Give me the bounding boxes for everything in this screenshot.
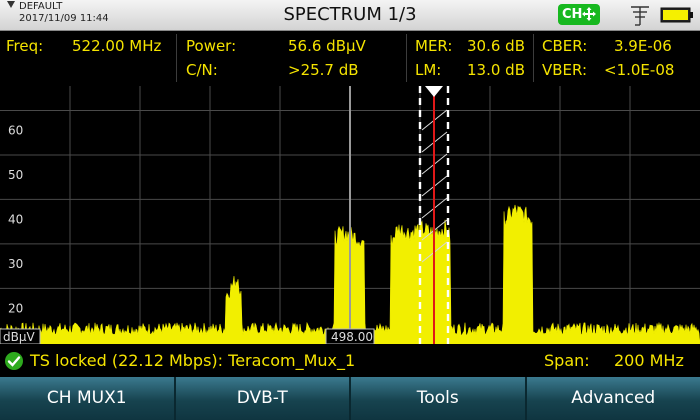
span-value[interactable]: 200 MHz bbox=[614, 351, 684, 371]
analyzer-screen: DEFAULT 2017/11/09 11:44 SPECTRUM 1/3 CH bbox=[0, 0, 700, 420]
unit-label: dBµV bbox=[3, 330, 35, 344]
lm-label: LM: bbox=[415, 61, 442, 79]
cber-value: 3.9E-06 bbox=[614, 37, 672, 55]
divider bbox=[176, 34, 177, 82]
lock-check-icon bbox=[5, 352, 23, 370]
measurement-panel: Freq: 522.00 MHz Power: 56.6 dBµV C/N: >… bbox=[0, 31, 700, 85]
y-tick-label: 60 bbox=[8, 123, 23, 137]
battery-icon bbox=[660, 7, 693, 23]
softkey-tools[interactable]: Tools bbox=[351, 377, 527, 420]
divider bbox=[406, 34, 407, 82]
y-tick-label: 40 bbox=[8, 212, 23, 226]
cn-label: C/N: bbox=[186, 61, 218, 79]
y-tick-label: 20 bbox=[8, 301, 23, 315]
mer-label: MER: bbox=[415, 37, 453, 55]
span-label: Span: bbox=[544, 351, 590, 370]
channel-mode-badge[interactable]: CH bbox=[558, 4, 600, 25]
divider bbox=[533, 34, 534, 82]
cn-value: >25.7 dB bbox=[288, 61, 359, 79]
title-bar: DEFAULT 2017/11/09 11:44 SPECTRUM 1/3 CH bbox=[0, 0, 700, 31]
power-label: Power: bbox=[186, 37, 237, 55]
vber-label: VBER: bbox=[542, 61, 588, 79]
spectrum-chart[interactable]: 60 50 40 30 20 dBµV 498.00 bbox=[0, 86, 700, 344]
spectrum-plot[interactable]: 60 50 40 30 20 dBµV 498.00 bbox=[0, 86, 700, 344]
antenna-icon bbox=[631, 6, 649, 26]
ts-lock-text: TS locked (22.12 Mbps): Teracom_Mux_1 bbox=[30, 351, 356, 370]
mer-value: 30.6 dB bbox=[467, 37, 525, 55]
softkey-bar: CH MUX1 DVB-T Tools Advanced bbox=[0, 377, 700, 420]
freq-label: Freq: bbox=[6, 37, 44, 55]
power-value: 56.6 dBµV bbox=[288, 37, 366, 55]
freq-value[interactable]: 522.00 MHz bbox=[72, 36, 161, 56]
softkey-ch-mux1[interactable]: CH MUX1 bbox=[0, 377, 176, 420]
vber-value: <1.0E-08 bbox=[604, 61, 675, 79]
y-tick-label: 30 bbox=[8, 257, 23, 271]
frequency-marker-triangle bbox=[425, 86, 443, 97]
channel-mode-label: CH bbox=[562, 7, 583, 22]
y-axis-ticks: 60 50 40 30 20 bbox=[8, 123, 23, 315]
marker-layer: dBµV 498.00 bbox=[0, 86, 450, 344]
lm-value: 13.0 dB bbox=[467, 61, 525, 79]
softkey-dvb-t[interactable]: DVB-T bbox=[175, 377, 351, 420]
y-tick-label: 50 bbox=[8, 168, 23, 182]
marker-readout: 498.00 bbox=[331, 330, 373, 344]
move-arrows-icon bbox=[582, 7, 596, 21]
softkey-advanced[interactable]: Advanced bbox=[526, 377, 700, 420]
status-line: TS locked (22.12 Mbps): Teracom_Mux_1 Sp… bbox=[0, 345, 700, 377]
cber-label: CBER: bbox=[542, 37, 588, 55]
